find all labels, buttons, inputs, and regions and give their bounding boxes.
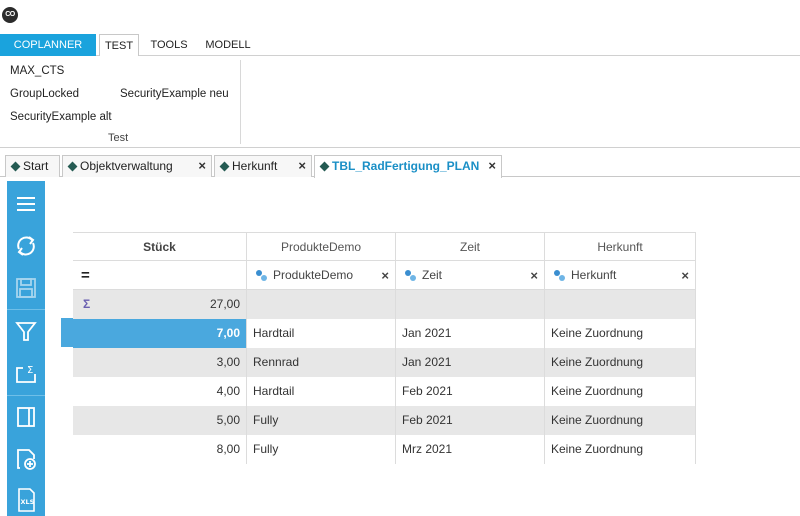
column-header-herkunft[interactable]: Herkunft	[545, 233, 696, 262]
tab-modell[interactable]: MODELL	[199, 34, 257, 56]
ribbon-divider	[240, 60, 241, 144]
security-example-alt-button[interactable]: SecurityExample alt	[10, 111, 112, 123]
diamond-icon	[67, 161, 78, 172]
cell-zeit[interactable]: Jan 2021	[396, 348, 545, 377]
cell-herkunft[interactable]: Keine Zuordnung	[545, 348, 696, 377]
doc-tab-tbl-radfertigung-plan[interactable]: TBL_RadFertigung_PLAN ×	[314, 155, 502, 178]
table-row[interactable]: 7,00 Hardtail Jan 2021 Keine Zuordnung	[73, 319, 696, 348]
left-toolbar: Σ XLS	[7, 181, 45, 516]
column-header-stueck[interactable]: Stück	[73, 233, 247, 262]
panel-icon[interactable]	[7, 398, 45, 436]
diamond-icon	[10, 161, 21, 172]
tab-coplanner[interactable]: COPLANNER	[0, 34, 96, 56]
sigma-icon: Σ	[83, 297, 91, 311]
title-bar: CO	[0, 0, 800, 34]
cell-herkunft[interactable]: Keine Zuordnung	[545, 406, 696, 435]
grid-header-row: Stück ProdukteDemo Zeit Herkunft	[73, 232, 696, 262]
ribbon-body: MAX_CTS GroupLocked SecurityExample neu …	[0, 56, 800, 148]
app-logo: CO	[2, 7, 18, 23]
cell-herkunft[interactable]: Keine Zuordnung	[545, 435, 696, 464]
cell-stueck[interactable]: 7,00	[73, 319, 247, 348]
filter-label: ProdukteDemo	[273, 268, 354, 282]
cell-produkt[interactable]: Rennrad	[247, 348, 396, 377]
close-icon[interactable]: ×	[488, 156, 496, 176]
toolbar-separator	[7, 309, 45, 310]
link-icon	[405, 270, 416, 281]
filter-icon[interactable]	[7, 312, 45, 350]
doc-tab-herkunft[interactable]: Herkunft ×	[214, 155, 312, 177]
empty-cell	[247, 290, 396, 319]
doc-tab-label: Herkunft	[232, 159, 278, 173]
menu-icon[interactable]	[7, 185, 45, 223]
filter-herkunft[interactable]: Herkunft ×	[545, 261, 696, 290]
cell-zeit[interactable]: Feb 2021	[396, 377, 545, 406]
ribbon-group-label: Test	[108, 132, 129, 144]
close-icon[interactable]: ×	[530, 261, 538, 290]
sum-icon[interactable]: Σ	[7, 354, 45, 392]
cell-herkunft[interactable]: Keine Zuordnung	[545, 377, 696, 406]
cell-zeit[interactable]: Feb 2021	[396, 406, 545, 435]
xls-export-icon[interactable]: XLS	[7, 481, 45, 516]
cell-herkunft[interactable]: Keine Zuordnung	[545, 319, 696, 348]
sum-row: Σ 27,00	[73, 290, 696, 319]
table-row[interactable]: 3,00 Rennrad Jan 2021 Keine Zuordnung	[73, 348, 696, 377]
close-icon[interactable]: ×	[381, 261, 389, 290]
empty-cell	[545, 290, 696, 319]
empty-cell	[396, 290, 545, 319]
filter-produktedemo[interactable]: ProdukteDemo ×	[247, 261, 396, 290]
cell-stueck[interactable]: 5,00	[73, 406, 247, 435]
toolbar-separator	[7, 395, 45, 396]
filter-label: Zeit	[422, 268, 443, 282]
group-locked-button[interactable]: GroupLocked	[10, 88, 79, 100]
svg-text:XLS: XLS	[21, 498, 35, 506]
equals-icon[interactable]: =	[73, 261, 247, 290]
tab-tools[interactable]: TOOLS	[144, 34, 194, 56]
sum-value: 27,00	[209, 297, 240, 311]
filter-row: = ProdukteDemo × Zeit × Herkunft ×	[73, 261, 696, 290]
cell-stueck[interactable]: 3,00	[73, 348, 247, 377]
doc-tab-label: Objektverwaltung	[80, 159, 173, 173]
doc-tab-label: TBL_RadFertigung_PLAN	[332, 159, 480, 173]
cell-produkt[interactable]: Fully	[247, 435, 396, 464]
column-header-produktedemo[interactable]: ProdukteDemo	[247, 233, 396, 262]
cell-stueck[interactable]: 8,00	[73, 435, 247, 464]
link-icon	[554, 270, 565, 281]
ribbon-tabs: COPLANNER TEST TOOLS MODELL	[0, 34, 800, 57]
cell-zeit[interactable]: Jan 2021	[396, 319, 545, 348]
doc-tab-objektverwaltung[interactable]: Objektverwaltung ×	[62, 155, 212, 177]
max-cts-button[interactable]: MAX_CTS	[10, 65, 64, 77]
table-row[interactable]: 5,00 Fully Feb 2021 Keine Zuordnung	[73, 406, 696, 435]
security-example-neu-button[interactable]: SecurityExample neu	[120, 88, 229, 100]
cell-produkt[interactable]: Hardtail	[247, 319, 396, 348]
table-row[interactable]: 8,00 Fully Mrz 2021 Keine Zuordnung	[73, 435, 696, 464]
doc-tab-label: Start	[23, 159, 49, 173]
refresh-icon[interactable]	[7, 227, 45, 265]
filter-label: Herkunft	[571, 268, 617, 282]
cell-produkt[interactable]: Fully	[247, 406, 396, 435]
row-selection-indicator	[61, 318, 73, 347]
cell-produkt[interactable]: Hardtail	[247, 377, 396, 406]
diamond-icon	[219, 161, 230, 172]
doc-tab-start[interactable]: Start	[5, 155, 60, 177]
svg-text:Σ: Σ	[27, 365, 33, 376]
close-icon[interactable]: ×	[681, 261, 689, 290]
close-icon[interactable]: ×	[198, 156, 206, 176]
sum-cell: Σ 27,00	[73, 290, 247, 319]
save-icon[interactable]	[7, 269, 45, 307]
diamond-icon	[319, 161, 330, 172]
document-tabs: Start Objektverwaltung × Herkunft × TBL_…	[0, 153, 800, 178]
filter-zeit[interactable]: Zeit ×	[396, 261, 545, 290]
close-icon[interactable]: ×	[298, 156, 306, 176]
link-icon	[256, 270, 267, 281]
add-page-icon[interactable]	[7, 440, 45, 478]
table-row[interactable]: 4,00 Hardtail Feb 2021 Keine Zuordnung	[73, 377, 696, 406]
tab-test[interactable]: TEST	[99, 34, 139, 57]
cell-zeit[interactable]: Mrz 2021	[396, 435, 545, 464]
cell-stueck[interactable]: 4,00	[73, 377, 247, 406]
column-header-zeit[interactable]: Zeit	[396, 233, 545, 262]
